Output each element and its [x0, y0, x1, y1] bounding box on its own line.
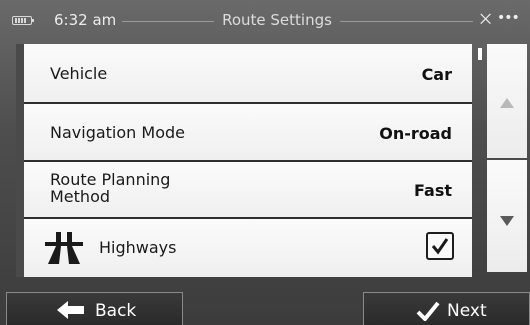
scroll-down-button[interactable]: [487, 160, 527, 272]
highways-checkbox[interactable]: [426, 232, 454, 260]
battery-icon: [12, 16, 34, 25]
back-button[interactable]: Back: [6, 292, 183, 325]
setting-label: Navigation Mode: [50, 123, 185, 142]
scroll-up-button[interactable]: [487, 44, 527, 158]
setting-row-vehicle[interactable]: Vehicle Car: [24, 44, 472, 104]
arrow-left-icon: [57, 301, 85, 324]
settings-list: Vehicle Car Navigation Mode On-road Rout…: [16, 44, 472, 277]
clock-time: 6:32 am: [54, 11, 117, 29]
checkmark-icon: [416, 301, 440, 325]
title-rule-left: [122, 21, 214, 22]
setting-label: Vehicle: [50, 64, 108, 83]
page-title: Route Settings: [222, 11, 332, 29]
setting-label: Route Planning Method: [50, 170, 171, 206]
setting-value: Car: [421, 65, 452, 84]
setting-label: Highways: [99, 238, 177, 257]
next-button-label: Next: [447, 301, 487, 321]
next-button[interactable]: Next: [363, 292, 530, 325]
setting-value: Fast: [414, 181, 452, 200]
triangle-up-icon: [499, 94, 515, 113]
triangle-down-icon: [499, 212, 515, 231]
back-button-label: Back: [95, 301, 137, 321]
setting-row-route-planning-method[interactable]: Route Planning Method Fast: [24, 162, 472, 219]
signal-dots-icon: •••: [497, 10, 520, 26]
satellite-icon: ⨉: [480, 12, 492, 28]
setting-row-highways[interactable]: Highways: [24, 219, 472, 277]
status-bar: 6:32 am Route Settings ⨉ •••: [0, 0, 530, 40]
highway-icon: [44, 231, 84, 265]
scroll-position-indicator: [478, 48, 482, 60]
bottom-bar: Back Next: [0, 292, 530, 325]
setting-row-navigation-mode[interactable]: Navigation Mode On-road: [24, 104, 472, 162]
setting-value: On-road: [379, 124, 452, 143]
screen: 6:32 am Route Settings ⨉ ••• Vehicle Car…: [0, 0, 530, 325]
title-rule-right: [340, 21, 473, 22]
